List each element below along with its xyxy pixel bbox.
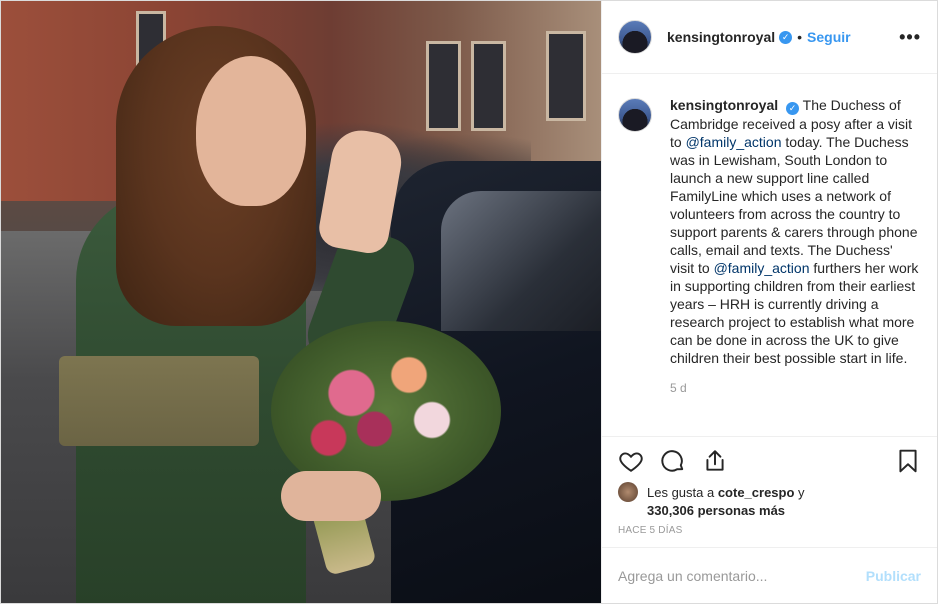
heart-icon[interactable] <box>618 448 644 474</box>
liker-avatar[interactable] <box>618 482 638 502</box>
likes-count[interactable]: 330,306 personas más <box>647 503 785 518</box>
comment-icon[interactable] <box>660 448 686 474</box>
author-avatar[interactable] <box>618 20 652 54</box>
share-icon[interactable] <box>702 448 728 474</box>
follow-button[interactable]: Seguir <box>807 29 851 45</box>
caption-author-avatar[interactable] <box>618 98 652 132</box>
header-separator: • <box>797 29 803 45</box>
photo-face <box>196 56 306 206</box>
post-modal: kensingtonroyal ✓ • Seguir ••• kensingto… <box>0 0 938 604</box>
photo-car-window <box>441 191 601 331</box>
photo-clutch-bag <box>59 356 259 446</box>
mention-link[interactable]: @family_action <box>714 260 810 276</box>
likes-text: Les gusta a cote_crespo y 330,306 person… <box>647 484 805 520</box>
posted-time[interactable]: HACE 5 DÍAS <box>602 525 937 547</box>
comments-area[interactable]: kensingtonroyal ✓ The Duchess of Cambrid… <box>602 74 937 436</box>
bookmark-icon[interactable] <box>895 448 921 474</box>
add-comment-bar: Publicar <box>602 547 937 603</box>
likes-prefix: Les gusta a <box>647 485 718 500</box>
caption-age[interactable]: 5 d <box>670 381 920 395</box>
comment-input[interactable] <box>618 567 866 584</box>
caption-username[interactable]: kensingtonroyal <box>670 97 778 113</box>
post-side-panel: kensingtonroyal ✓ • Seguir ••• kensingto… <box>601 1 937 603</box>
caption-text: today. The Duchess was in Lewisham, Sout… <box>670 134 918 276</box>
photo-holding-hand <box>281 471 381 521</box>
post-photo[interactable] <box>1 1 601 603</box>
caption-block: kensingtonroyal ✓ The Duchess of Cambrid… <box>670 96 920 436</box>
likes-conjunction: y <box>794 485 805 500</box>
action-bar <box>602 436 937 484</box>
publish-button[interactable]: Publicar <box>866 568 921 584</box>
post-header: kensingtonroyal ✓ • Seguir ••• <box>602 1 937 74</box>
photo-window <box>546 31 586 121</box>
verified-badge-icon: ✓ <box>779 30 793 44</box>
author-username[interactable]: kensingtonroyal <box>667 29 775 45</box>
photo-window <box>471 41 506 131</box>
photo-window <box>426 41 461 131</box>
mention-link[interactable]: @family_action <box>686 134 782 150</box>
likes-summary: Les gusta a cote_crespo y 330,306 person… <box>602 482 937 522</box>
post-caption: kensingtonroyal ✓ The Duchess of Cambrid… <box>670 96 920 367</box>
liker-username[interactable]: cote_crespo <box>718 485 795 500</box>
verified-badge-icon: ✓ <box>786 102 800 115</box>
more-options-icon[interactable]: ••• <box>899 27 921 48</box>
